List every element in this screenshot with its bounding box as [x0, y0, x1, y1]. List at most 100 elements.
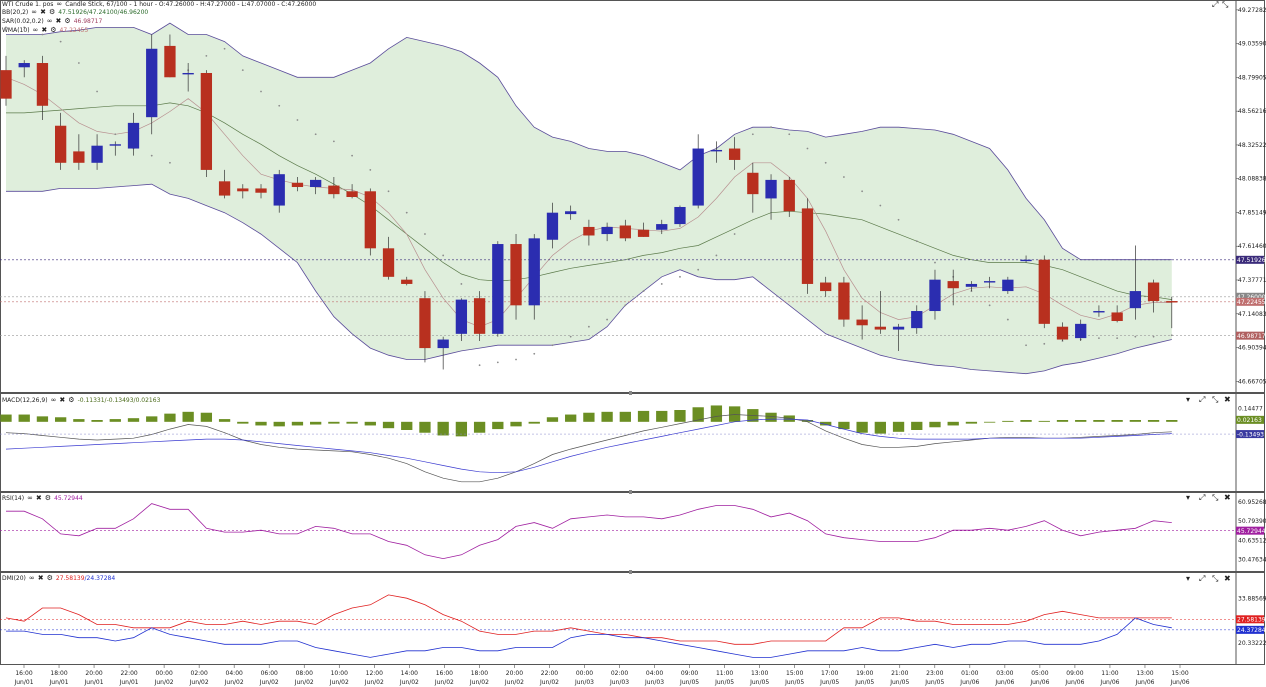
time-label-hour: 10:00 — [331, 670, 348, 677]
time-label-hour: 00:00 — [576, 670, 593, 677]
candle-body — [1129, 291, 1142, 309]
candle-body — [218, 181, 231, 196]
macd-histogram-bar — [765, 412, 777, 422]
dropdown-icon[interactable]: ▾ — [1186, 493, 1190, 502]
sar-dot — [770, 126, 772, 129]
collapse-icon[interactable]: ⤡ — [1212, 395, 1218, 405]
expand-icon[interactable]: ⤢ — [1199, 574, 1205, 584]
time-label-hour: 16:00 — [15, 670, 32, 677]
time-label-date: Jun/05 — [924, 679, 944, 686]
time-label-date: Jun/02 — [294, 679, 314, 686]
sar-value: 46.98717 — [73, 18, 103, 25]
macd-histogram-bar — [127, 418, 140, 422]
expand-icon[interactable]: ⤢ — [1212, 0, 1218, 10]
gear-icon[interactable]: ⚙ — [64, 17, 70, 26]
close-icon[interactable]: ✖ — [56, 17, 62, 26]
candle-body — [674, 206, 686, 225]
candle-body — [364, 191, 376, 249]
macd-histogram-bar — [36, 416, 49, 422]
macd-histogram-bar — [382, 421, 395, 429]
gear-icon[interactable]: ⚙ — [49, 8, 55, 17]
macd-histogram-bar — [619, 411, 631, 422]
macd-histogram-bar — [291, 421, 304, 426]
close-icon[interactable]: ✖ — [1224, 493, 1231, 502]
candle-body — [601, 226, 613, 235]
time-label-date: Jun/05 — [889, 679, 909, 686]
time-label-hour: 02:00 — [191, 670, 208, 677]
macd-histogram-bar — [73, 419, 85, 422]
time-label-hour: 09:00 — [681, 670, 698, 677]
rsi-label: RSI(14) — [2, 495, 25, 502]
link-icon[interactable]: ∞ — [47, 17, 53, 26]
macd-histogram-bar — [856, 421, 868, 433]
macd-histogram-bar — [911, 421, 923, 430]
candle-body — [73, 151, 85, 163]
link-icon[interactable]: ∞ — [33, 26, 39, 35]
close-icon[interactable]: ✖ — [59, 396, 65, 405]
time-label-date: Jun/05 — [854, 679, 874, 686]
price-tick-label: 46.90394 — [1238, 345, 1266, 352]
time-label-hour: 13:00 — [751, 670, 768, 677]
rsi-tick-label: 50.79390 — [1238, 518, 1266, 525]
sar-dot — [697, 268, 700, 271]
link-icon[interactable]: ∞ — [31, 8, 37, 17]
expand-icon[interactable]: ⤢ — [1199, 493, 1205, 503]
macd-histogram-bar — [656, 410, 668, 422]
time-label-date: Jun/01 — [49, 679, 69, 686]
time-label-date: Jun/05 — [679, 679, 699, 686]
dmi-badge-plus-text: 27.58139 — [1237, 616, 1266, 623]
collapse-icon[interactable]: ⤡ — [1212, 493, 1218, 503]
macd-histogram-bar — [255, 421, 267, 426]
close-icon[interactable]: ✖ — [1224, 574, 1231, 583]
time-label-hour: 02:00 — [611, 670, 628, 677]
gear-icon[interactable]: ⚙ — [47, 574, 53, 583]
wma-label: WMA(10) — [2, 27, 30, 34]
sar-dot — [861, 190, 864, 193]
candle-body — [983, 281, 996, 283]
close-icon[interactable]: ✖ — [41, 26, 47, 35]
link-icon[interactable]: ∞ — [51, 396, 57, 405]
macd-histogram-bar — [310, 421, 322, 425]
gear-icon[interactable]: ⚙ — [50, 26, 56, 35]
macd-tick-label: 0.14477 — [1238, 406, 1263, 413]
collapse-icon[interactable]: ⤡ — [1222, 0, 1228, 10]
gear-icon[interactable]: ⚙ — [45, 494, 51, 503]
time-label-date: Jun/06 — [1099, 679, 1119, 686]
close-icon[interactable]: ✖ — [38, 574, 44, 583]
time-label-hour: 20:00 — [85, 670, 102, 677]
expand-icon[interactable]: ⤢ — [1199, 395, 1205, 405]
price-tick-label: 47.37771 — [1238, 277, 1266, 284]
macd-histogram-bar — [492, 421, 504, 430]
sar-dot — [1006, 318, 1009, 321]
macd-histogram-bar — [929, 421, 941, 428]
dropdown-icon[interactable]: ▾ — [1186, 574, 1190, 583]
wma-header: WMA(10) ∞ ✖ ⚙ 47.22455 — [2, 26, 88, 35]
time-label-date: Jun/05 — [749, 679, 769, 686]
time-label-hour: 04:00 — [226, 670, 243, 677]
gear-icon[interactable]: ⚙ — [68, 396, 74, 405]
sar-dot — [533, 352, 536, 355]
macd-histogram-bar — [1075, 420, 1087, 422]
macd-histogram-bar — [328, 421, 340, 424]
price-tick-label: 47.61460 — [1238, 243, 1266, 250]
candle-body — [692, 148, 704, 206]
link-icon[interactable]: ∞ — [29, 574, 35, 583]
rsi-tick-label: 30.47634 — [1238, 557, 1266, 564]
sar-dot — [150, 154, 153, 157]
link-icon[interactable]: ∞ — [27, 494, 33, 503]
sar-label: SAR(0.02,0.2) — [2, 18, 44, 25]
candle-body — [528, 238, 540, 306]
sar-dot — [806, 147, 809, 150]
sar-dot — [751, 133, 754, 136]
close-icon[interactable]: ✖ — [36, 494, 42, 503]
close-icon[interactable]: ✖ — [40, 8, 46, 17]
time-label-hour: 05:00 — [1031, 670, 1048, 677]
macd-histogram-bar — [237, 421, 249, 424]
dmi-pane-frame — [0, 572, 1265, 665]
dmi-tick-label: 20.33222 — [1238, 640, 1266, 647]
collapse-icon[interactable]: ⤡ — [1212, 574, 1218, 584]
macd-histogram-bar — [1056, 420, 1069, 422]
close-icon[interactable]: ✖ — [1224, 395, 1231, 404]
dropdown-icon[interactable]: ▾ — [1186, 395, 1190, 404]
sar-dot — [205, 54, 208, 57]
